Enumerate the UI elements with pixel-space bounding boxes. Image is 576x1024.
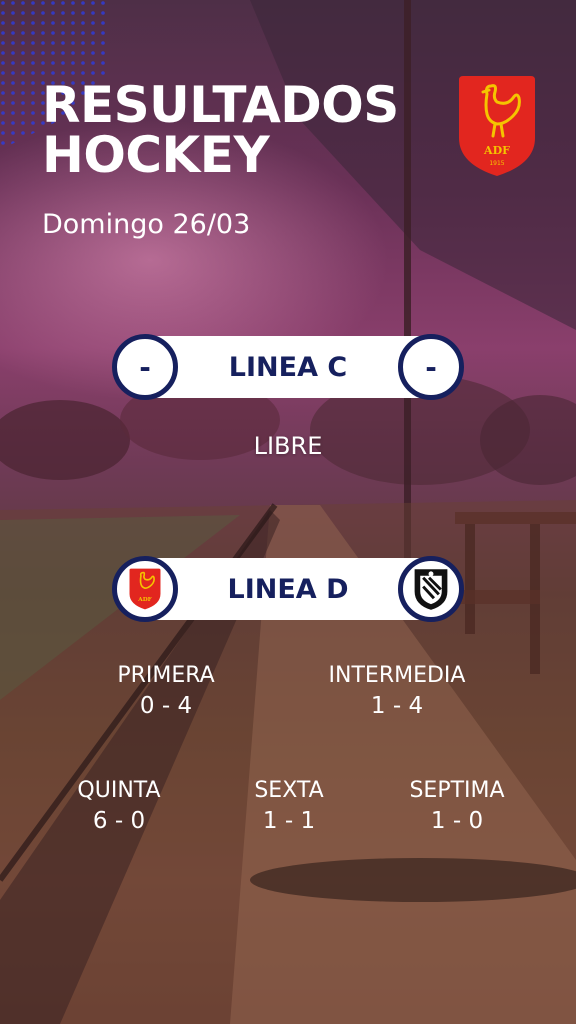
result-intermedia: INTERMEDIA 1 - 4 bbox=[307, 662, 487, 722]
linea-c-right-badge: - bbox=[398, 334, 464, 400]
linea-c-label: LINEA C bbox=[228, 351, 348, 383]
result-category: SEPTIMA bbox=[409, 778, 505, 803]
result-category: INTERMEDIA bbox=[328, 663, 466, 688]
result-score: 1 - 0 bbox=[430, 808, 484, 834]
linea-d-home-crest: ADF bbox=[112, 556, 178, 622]
result-category: PRIMERA bbox=[117, 663, 215, 688]
linea-d-away-crest bbox=[398, 556, 464, 622]
result-sexta: SEXTA 1 - 1 bbox=[199, 777, 379, 837]
page-title: RESULTADOS HOCKEY bbox=[42, 80, 399, 180]
poster: RESULTADOS HOCKEY Domingo 26/03 ADF 1915… bbox=[0, 0, 576, 1024]
result-quinta: QUINTA 6 - 0 bbox=[29, 777, 209, 837]
result-score: 0 - 4 bbox=[139, 693, 193, 719]
result-score: 1 - 1 bbox=[262, 808, 316, 834]
linea-c-right-score: - bbox=[425, 350, 437, 384]
match-date: Domingo 26/03 bbox=[42, 209, 251, 240]
linea-c-status: LIBRE bbox=[253, 432, 323, 460]
crest-year: 1915 bbox=[489, 160, 504, 167]
linea-d-label: LINEA D bbox=[227, 573, 349, 605]
linea-c-left-badge: - bbox=[112, 334, 178, 400]
result-category: SEXTA bbox=[254, 778, 324, 803]
opponent-crest-icon bbox=[414, 569, 448, 610]
result-primera: PRIMERA 0 - 4 bbox=[76, 662, 256, 722]
result-score: 1 - 4 bbox=[370, 693, 424, 719]
home-crest-text: ADF bbox=[137, 597, 151, 603]
result-septima: SEPTIMA 1 - 0 bbox=[367, 777, 547, 837]
club-crest-logo: ADF 1915 bbox=[459, 76, 535, 176]
title-line-1: RESULTADOS bbox=[42, 76, 399, 134]
home-club-crest-icon: ADF bbox=[129, 568, 161, 610]
crest-text: ADF bbox=[483, 144, 510, 157]
result-category: QUINTA bbox=[77, 778, 161, 803]
title-line-2: HOCKEY bbox=[42, 126, 270, 184]
result-score: 6 - 0 bbox=[92, 808, 146, 834]
linea-c-left-score: - bbox=[139, 350, 151, 384]
